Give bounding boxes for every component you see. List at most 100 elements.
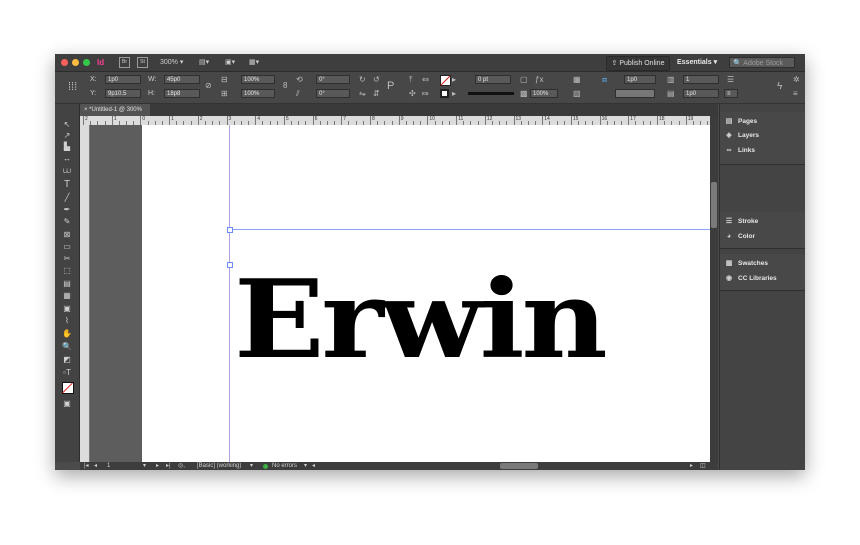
fill-dropdown-icon[interactable]: ▸ [452, 75, 456, 84]
stroke-swatch[interactable] [440, 89, 449, 98]
fitting-icon[interactable]: ⧈ [602, 75, 607, 85]
text-frame-icon[interactable]: P [387, 80, 394, 92]
bridge-icon[interactable]: Br [119, 57, 130, 68]
layers-panel-tab[interactable]: ◈ Layers [724, 130, 759, 142]
zoom-window-button[interactable] [83, 59, 90, 66]
blackletter-artwork-text[interactable]: Erwin [234, 245, 652, 395]
constrain-scale-icon[interactable]: 8 [283, 81, 287, 90]
selection-tool-icon[interactable]: ↖ [61, 120, 73, 130]
rectangle-tool-icon[interactable]: ▭ [61, 242, 73, 252]
preflight-errors-label[interactable]: No errors [272, 462, 297, 470]
page-dropdown-icon[interactable]: ▾ [143, 462, 146, 470]
gradient-swatch-tool-icon[interactable]: ▤ [61, 279, 73, 289]
formatting-affects-icon[interactable]: ▫T [61, 368, 73, 378]
w-field[interactable]: 45p0 [164, 75, 200, 84]
last-page-icon[interactable]: ▸| [166, 462, 171, 470]
workspace-switcher[interactable]: Essentials ▾ [677, 57, 717, 68]
quick-apply-icon[interactable]: ϟ [777, 81, 782, 92]
x-field[interactable]: 1p0 [105, 75, 141, 84]
inset-field[interactable]: 1p0 [683, 89, 719, 98]
gradient-feather-tool-icon[interactable]: ▦ [61, 291, 73, 301]
links-panel-tab[interactable]: ∞ Links [724, 145, 755, 157]
zoom-level-dropdown[interactable]: 300% ▾ [160, 57, 183, 68]
y-field[interactable]: 9p10.5 [105, 89, 141, 98]
type-tool-icon[interactable]: T [61, 180, 73, 190]
flip-horizontal-icon[interactable]: ⇋ [359, 89, 366, 98]
style-dropdown-icon[interactable]: ▾ [250, 462, 253, 470]
reference-point-icon[interactable]: ⁞⁞⁞ [68, 81, 77, 93]
pen-tool-icon[interactable]: ✒ [61, 205, 73, 215]
swatches-panel-tab[interactable]: ▦ Swatches [724, 258, 768, 270]
stroke-panel-tab[interactable]: ☰ Stroke [724, 216, 758, 228]
scale-y-field[interactable]: 100% [241, 89, 275, 98]
zoom-tool-icon[interactable]: 🔍 [61, 342, 73, 352]
rotate-cw-icon[interactable]: ↻ [359, 75, 366, 84]
document-tab[interactable]: × *Untitled-1 @ 300% [80, 104, 150, 116]
select-container-icon[interactable]: ⤒ [409, 75, 413, 85]
pencil-tool-icon[interactable]: ✎ [61, 217, 73, 227]
inset2-field[interactable]: ≡ [724, 89, 738, 98]
eyedropper-tool-icon[interactable]: ⌇ [61, 316, 73, 326]
stroke-weight-field[interactable]: 0 pt [475, 75, 511, 84]
rotation-field[interactable]: 0° [316, 75, 350, 84]
align-icon[interactable]: ▦ [573, 75, 581, 84]
gutter-field[interactable]: 1p0 [624, 75, 656, 84]
stock-icon[interactable]: St [137, 57, 148, 68]
close-window-button[interactable] [61, 59, 68, 66]
select-next-icon[interactable]: ⤇ [422, 89, 429, 98]
vertical-scrollbar[interactable] [710, 116, 718, 462]
arrange-documents-icon[interactable]: ▦▾ [249, 57, 259, 68]
publish-online-button[interactable]: ⇪ Publish Online [606, 56, 670, 71]
preflight-profile-icon[interactable]: ◎, [178, 462, 185, 470]
rectangle-frame-tool-icon[interactable]: ⊠ [61, 230, 73, 240]
working-style-label[interactable]: [Basic] (working) [197, 462, 241, 470]
scroll-right-icon[interactable]: ▸ [690, 462, 693, 470]
page-tool-icon[interactable]: ▙ [61, 142, 73, 152]
control-menu-icon[interactable]: ✲ [793, 75, 800, 84]
shear-field[interactable]: 0° [316, 89, 350, 98]
errors-dropdown-icon[interactable]: ▾ [304, 462, 307, 470]
prev-page-icon[interactable]: ◂ [94, 462, 97, 470]
color-panel-tab[interactable]: ◕ Color [724, 231, 755, 243]
h-field[interactable]: 18p8 [164, 89, 200, 98]
auto-size-icon[interactable]: ☰ [727, 75, 734, 84]
fill-swatch[interactable] [440, 75, 451, 86]
distribute-icon[interactable]: ▧ [573, 89, 581, 98]
drop-shadow-icon[interactable]: ▢ [520, 75, 528, 84]
fill-stroke-icon[interactable]: ◩ [61, 355, 73, 365]
rotate-ccw-icon[interactable]: ↺ [373, 75, 380, 84]
gap-tool-icon[interactable]: ↔ [61, 154, 73, 164]
direct-selection-tool-icon[interactable]: ↗ [61, 131, 73, 141]
line-tool-icon[interactable]: ╱ [61, 193, 73, 203]
scissors-tool-icon[interactable]: ✂ [61, 254, 73, 264]
free-transform-tool-icon[interactable]: ⬚ [61, 266, 73, 276]
apply-none-icon[interactable] [62, 382, 74, 394]
content-collector-icon[interactable]: ⩊ [61, 166, 73, 176]
columns-field[interactable]: 1 [683, 75, 719, 84]
next-page-icon[interactable]: ▸ [156, 462, 159, 470]
panel-options-icon[interactable]: ≡ [793, 89, 798, 98]
adobe-stock-search-input[interactable]: 🔍 Adobe Stock [729, 57, 795, 68]
select-previous-icon[interactable]: ⤆ [422, 75, 429, 84]
minimize-window-button[interactable] [72, 59, 79, 66]
note-tool-icon[interactable]: ▣ [61, 304, 73, 314]
screen-mode-tool-icon[interactable]: ▣ [61, 399, 73, 409]
hand-tool-icon[interactable]: ✋ [61, 329, 73, 339]
frame-handle[interactable] [227, 227, 233, 233]
flip-vertical-icon[interactable]: ⇵ [373, 89, 380, 98]
scroll-left-icon[interactable]: ◂ [312, 462, 315, 470]
pages-panel-tab[interactable]: ▤ Pages [724, 116, 757, 128]
split-window-icon[interactable]: ◫ [700, 462, 706, 470]
view-options-icon[interactable]: ▤▾ [199, 57, 209, 68]
first-page-icon[interactable]: |◂ [84, 462, 89, 470]
stroke-type-preview[interactable] [468, 92, 514, 95]
screen-mode-icon[interactable]: ▣▾ [225, 57, 235, 68]
page-number-field[interactable]: 1 [107, 462, 110, 470]
scale-x-field[interactable]: 100% [241, 75, 275, 84]
cc-libraries-panel-tab[interactable]: ◉ CC Libraries [724, 273, 777, 285]
opacity-field[interactable]: 100% [530, 89, 558, 98]
select-content-icon[interactable]: ✣ [409, 89, 416, 98]
frame-handle[interactable] [227, 262, 233, 268]
stroke-dropdown-icon[interactable]: ▸ [452, 89, 456, 98]
constrain-proportions-icon[interactable]: ⊘ [205, 81, 212, 90]
